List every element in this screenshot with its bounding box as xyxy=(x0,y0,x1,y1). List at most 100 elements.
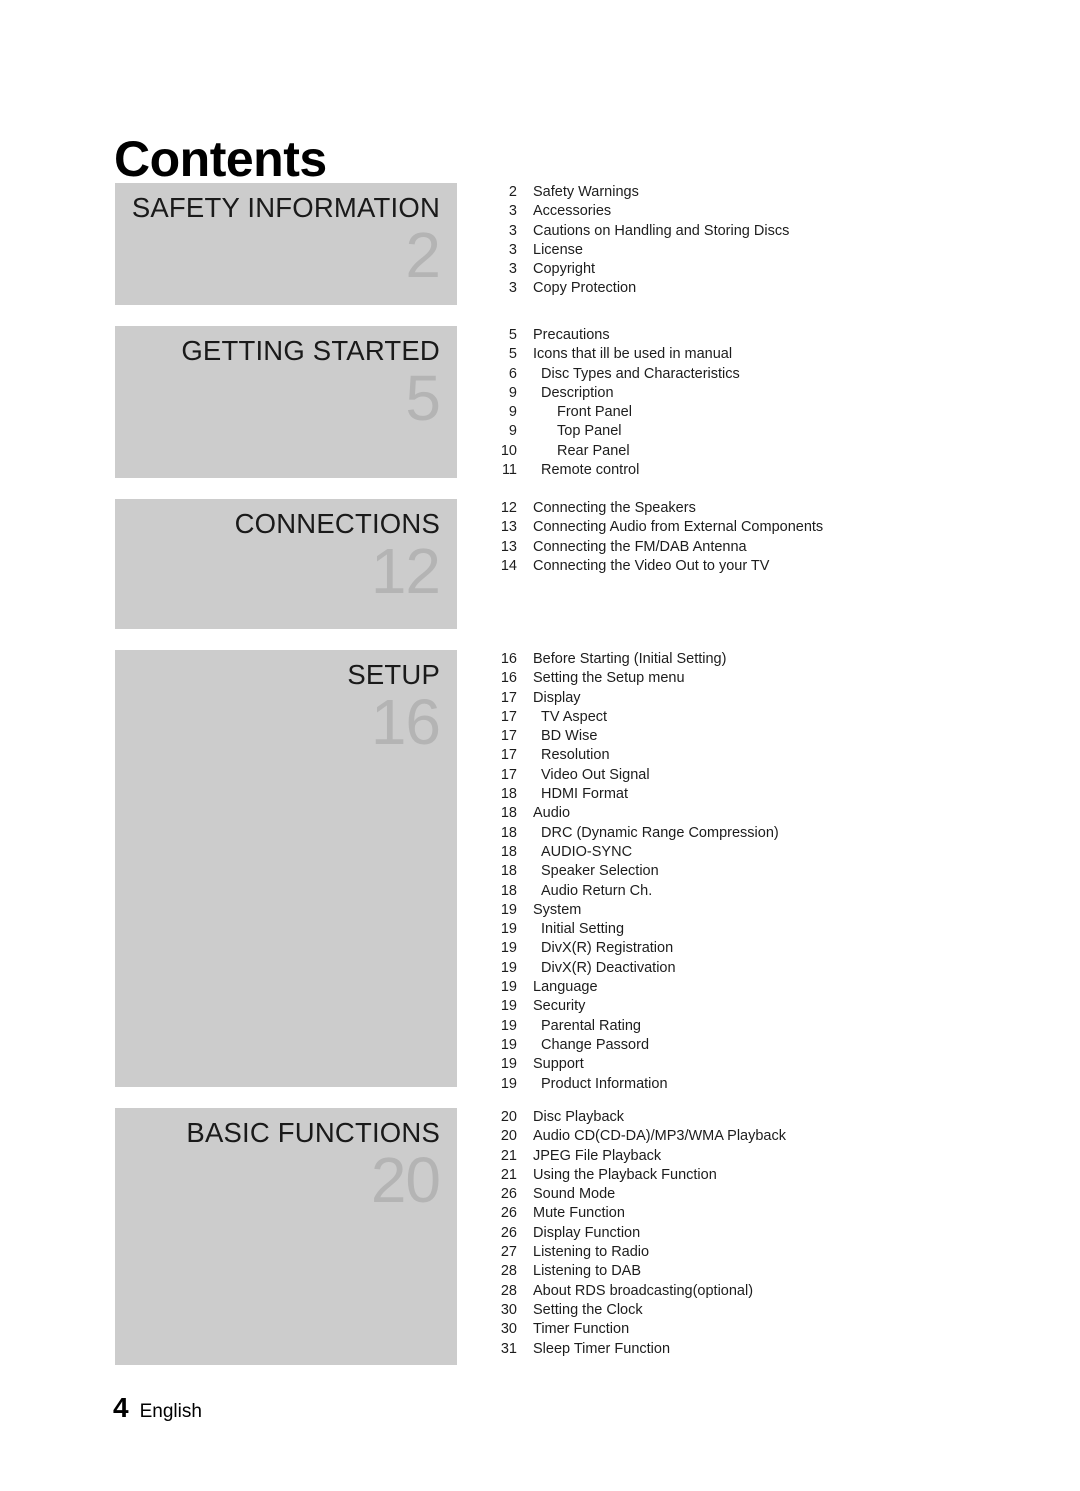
toc-entry-page-number: 19 xyxy=(500,901,517,918)
toc-entry-page-number: 6 xyxy=(508,365,517,382)
toc-entry-label: Connecting the Speakers xyxy=(533,500,696,516)
toc-entry[interactable]: 3 Accessories xyxy=(493,202,963,221)
toc-entry-label: Change Passord xyxy=(541,1036,650,1053)
toc-entry-page-number: 17 xyxy=(500,728,517,745)
toc-entry[interactable]: 28 Listening to DAB xyxy=(493,1262,963,1281)
toc-entry-page-number: 20 xyxy=(500,1128,517,1145)
toc-entry-page-number: 18 xyxy=(500,843,517,860)
toc-entry[interactable]: 18 AUDIO-SYNC xyxy=(493,843,963,862)
toc-entry[interactable]: 28 About RDS broadcasting(optional) xyxy=(493,1282,963,1301)
toc-entry[interactable]: 19 Initial Setting xyxy=(493,920,963,939)
toc-entry-page-number: 19 xyxy=(500,998,517,1015)
toc-entry[interactable]: 5 Precautions xyxy=(493,326,963,345)
toc-entry[interactable]: 17 BD Wise xyxy=(493,727,963,746)
toc-entry[interactable]: 19 DivX(R) Deactivation xyxy=(493,959,963,978)
toc-entry-page-number: 11 xyxy=(501,462,517,479)
toc-entry[interactable]: 16 Before Starting (Initial Setting) xyxy=(493,650,963,669)
toc-entry[interactable]: 19 Parental Rating xyxy=(493,1017,963,1036)
toc-entry-label: DRC (Dynamic Range Compression) xyxy=(541,824,779,841)
toc-entry[interactable]: 26 Display Function xyxy=(493,1224,963,1243)
toc-group: 16 Before Starting (Initial Setting) 16 Set… xyxy=(493,650,963,1094)
toc-entry-label: Audio Return Ch. xyxy=(541,882,653,899)
toc-entry-page-number: 20 xyxy=(500,1109,517,1125)
page-title: Contents xyxy=(114,130,327,187)
toc-entry[interactable]: 18 HDMI Format xyxy=(493,785,963,804)
toc-entry[interactable]: 17 Resolution xyxy=(493,746,963,765)
toc-entry-page-number: 12 xyxy=(500,500,517,516)
toc-entry[interactable]: 26 Sound Mode xyxy=(493,1185,963,1204)
toc-entry-label: Security xyxy=(533,998,586,1015)
toc-entry[interactable]: 19 Change Passord xyxy=(493,1036,963,1055)
toc-entry[interactable]: 11 Remote control xyxy=(493,461,963,480)
toc-entry[interactable]: 9 Top Panel xyxy=(493,422,963,441)
toc-entry[interactable]: 9 Front Panel xyxy=(493,403,963,422)
toc-entry[interactable]: 21 Using the Playback Function xyxy=(493,1166,963,1185)
toc-entry[interactable]: 3 Cautions on Handling and Storing Discs xyxy=(493,222,963,241)
toc-entry-page-number: 19 xyxy=(500,959,517,976)
toc-entry[interactable]: 18 DRC (Dynamic Range Compression) xyxy=(493,824,963,843)
toc-entry-label: Cautions on Handling and Storing Discs xyxy=(533,222,790,239)
toc-entry-page-number: 3 xyxy=(508,222,517,239)
toc-entry[interactable]: 26 Mute Function xyxy=(493,1204,963,1223)
toc-entry-label: Before Starting (Initial Setting) xyxy=(533,651,727,667)
toc-entry-page-number: 16 xyxy=(500,670,517,687)
toc-entry[interactable]: 12 Connecting the Speakers xyxy=(493,499,963,518)
toc-entry-page-number: 17 xyxy=(500,766,517,783)
toc-entry[interactable]: 17 Video Out Signal xyxy=(493,766,963,785)
toc-entry[interactable]: 6 Disc Types and Characteristics xyxy=(493,365,963,384)
toc-entry[interactable]: 20 Audio CD(CD-DA)/MP3/WMA Playback xyxy=(493,1127,963,1146)
page-footer: 4 English xyxy=(113,1392,202,1424)
toc-entry-page-number: 18 xyxy=(500,824,517,841)
section-block: SAFETY INFORMATION 2 xyxy=(115,183,457,305)
toc-entry-label: Front Panel xyxy=(557,404,632,421)
toc-entry[interactable]: 30 Timer Function xyxy=(493,1320,963,1339)
toc-entry[interactable]: 13 Connecting Audio from External Compone… xyxy=(493,518,963,537)
toc-entry-label: Rear Panel xyxy=(557,442,630,459)
toc-entry[interactable]: 27 Listening to Radio xyxy=(493,1243,963,1262)
toc-entry[interactable]: 17 TV Aspect xyxy=(493,708,963,727)
toc-entry[interactable]: 19 DivX(R) Registration xyxy=(493,939,963,958)
toc-entry-label: Audio xyxy=(533,805,571,822)
toc-entry[interactable]: 18 Audio Return Ch. xyxy=(493,882,963,901)
toc-entry-label: Support xyxy=(533,1056,584,1073)
toc-entry[interactable]: 30 Setting the Clock xyxy=(493,1301,963,1320)
toc-entry-label: Sleep Timer Function xyxy=(533,1340,671,1357)
toc-entry[interactable]: 19 Language xyxy=(493,978,963,997)
toc-entry-page-number: 28 xyxy=(500,1282,517,1299)
toc-entry[interactable]: 31 Sleep Timer Function xyxy=(493,1340,963,1359)
toc-entry[interactable]: 9 Description xyxy=(493,384,963,403)
toc-entry-page-number: 17 xyxy=(500,708,517,725)
toc-entry[interactable]: 18 Audio xyxy=(493,804,963,823)
toc-entry-page-number: 10 xyxy=(500,442,517,459)
toc-entry[interactable]: 19 Security xyxy=(493,997,963,1016)
toc-entry[interactable]: 20 Disc Playback xyxy=(493,1108,963,1127)
toc-entry[interactable]: 3 Copy Protection xyxy=(493,279,963,298)
toc-entry-page-number: 5 xyxy=(508,346,517,363)
toc-entry-page-number: 19 xyxy=(500,921,517,938)
section-start-page-number: 5 xyxy=(405,361,441,434)
toc-entry[interactable]: 21 JPEG File Playback xyxy=(493,1147,963,1166)
toc-entry-label: License xyxy=(533,241,583,258)
toc-entry-label: Parental Rating xyxy=(541,1017,641,1034)
toc-entry-page-number: 19 xyxy=(500,1075,517,1092)
toc-entry-page-number: 30 xyxy=(500,1321,517,1338)
toc-entry[interactable]: 19 Support xyxy=(493,1055,963,1074)
toc-entry[interactable]: 3 Copyright xyxy=(493,260,963,279)
toc-entry[interactable]: 13 Connecting the FM/DAB Antenna xyxy=(493,538,963,557)
toc-entry-page-number: 27 xyxy=(500,1244,517,1261)
toc-entry[interactable]: 16 Setting the Setup menu xyxy=(493,669,963,688)
footer-page-number: 4 xyxy=(113,1392,129,1423)
toc-entry-page-number: 31 xyxy=(500,1340,517,1357)
toc-entry[interactable]: 18 Speaker Selection xyxy=(493,862,963,881)
toc-entry[interactable]: 14 Connecting the Video Out to your TV xyxy=(493,557,963,576)
toc-entry[interactable]: 2 Safety Warnings xyxy=(493,183,963,202)
toc-entry[interactable]: 5 Icons that ill be used in manual xyxy=(493,345,963,364)
toc-entry-page-number: 16 xyxy=(500,651,517,667)
toc-entry-label: Product Information xyxy=(541,1075,668,1092)
toc-entry[interactable]: 10 Rear Panel xyxy=(493,442,963,461)
toc-entry[interactable]: 19 Product Information xyxy=(493,1075,963,1094)
toc-entry[interactable]: 17 Display xyxy=(493,689,963,708)
section-block-list: SAFETY INFORMATION 2 GETTING STARTED 5 CONNE… xyxy=(115,183,457,1386)
toc-entry[interactable]: 3 License xyxy=(493,241,963,260)
toc-entry[interactable]: 19 System xyxy=(493,901,963,920)
